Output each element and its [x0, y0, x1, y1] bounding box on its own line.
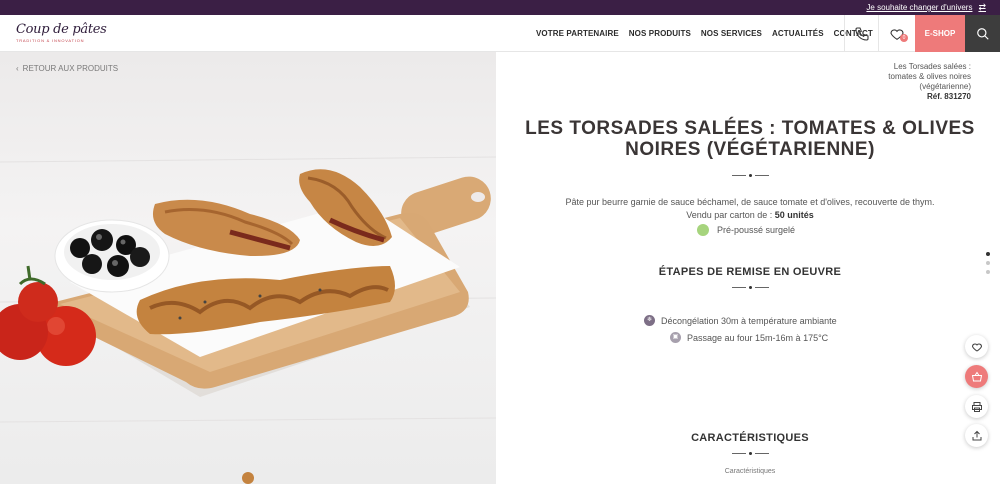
product-reference: Les Torsades salées : tomates & olives n…: [861, 62, 971, 102]
carton-value: 50 unités: [774, 210, 814, 220]
step-thawing-label: Décongélation 30m à température ambiante: [661, 315, 837, 326]
nav-item-services[interactable]: NOS SERVICES: [701, 29, 762, 38]
favorite-button[interactable]: [965, 335, 988, 358]
thermometer-icon: ❄: [644, 315, 655, 326]
section-pager: [986, 252, 990, 274]
heart-icon: [971, 343, 982, 352]
swap-icon: ⇄: [978, 2, 986, 12]
product-title: LES TORSADES SALÉES : TOMATES & OLIVES N…: [525, 118, 975, 160]
basket-icon: [971, 371, 982, 381]
share-button[interactable]: [965, 424, 988, 447]
back-to-products-link[interactable]: ‹ RETOUR AUX PRODUITS: [16, 64, 118, 73]
product-state: Pré-poussé surgelé: [697, 224, 795, 236]
characteristics-separator: [730, 452, 770, 455]
carton-info: Vendu par carton de : 50 unités: [520, 209, 980, 222]
step-oven: ▣ Passage au four 15m-16m à 175°C: [670, 332, 828, 343]
carton-prefix: Vendu par carton de :: [686, 210, 773, 220]
step-oven-label: Passage au four 15m-16m à 175°C: [687, 332, 829, 343]
change-universe-label: Je souhaite changer d'univers: [866, 3, 973, 12]
logo[interactable]: Coup de pâtes tradition & innovation: [16, 22, 107, 46]
product-state-label: Pré-poussé surgelé: [717, 225, 796, 235]
search-button[interactable]: [965, 15, 1000, 52]
frozen-state-dot-icon: [697, 224, 709, 236]
title-separator: [730, 174, 770, 177]
step-thawing: ❄ Décongélation 30m à température ambian…: [644, 315, 837, 326]
phone-icon: [854, 26, 869, 41]
pager-dot-1[interactable]: [986, 252, 990, 256]
steps-separator: [730, 286, 770, 289]
nav-item-partenaire[interactable]: VOTRE PARTENAIRE: [536, 29, 619, 38]
product-illustration: [0, 156, 496, 484]
logo-tagline: tradition & innovation: [16, 38, 85, 43]
reference-name-line3: (végétarienne): [919, 82, 971, 91]
reference-name-line2: tomates & olives noires: [888, 72, 971, 81]
share-icon: [972, 430, 981, 440]
oven-icon: ▣: [670, 332, 681, 343]
top-bar: Je souhaite changer d'univers ⇄: [0, 0, 1000, 15]
pager-dot-2[interactable]: [986, 261, 990, 265]
logo-text: Coup de pâtes: [16, 22, 107, 37]
reference-code: Réf. 831270: [926, 92, 971, 101]
site-header: Coup de pâtes tradition & innovation VOT…: [0, 15, 1000, 52]
wishlist-count-badge: 0: [900, 34, 908, 42]
characteristics-title: CARACTÉRISTIQUES: [691, 432, 809, 444]
product-description: Pâte pur beurre garnie de sauce béchamel…: [565, 197, 935, 207]
nav-item-produits[interactable]: NOS PRODUITS: [629, 29, 691, 38]
characteristics-subtitle: Caractéristiques: [724, 468, 776, 475]
product-photo: ‹ RETOUR AUX PRODUITS: [0, 52, 496, 484]
change-universe-link[interactable]: Je souhaite changer d'univers ⇄: [866, 2, 986, 13]
print-button[interactable]: [965, 395, 988, 418]
wishlist-button[interactable]: 0: [878, 15, 915, 52]
back-link-label: RETOUR AUX PRODUITS: [22, 64, 119, 73]
nav-item-actualites[interactable]: ACTUALITÉS: [772, 29, 824, 38]
pager-dot-3[interactable]: [986, 270, 990, 274]
main-nav: VOTRE PARTENAIRE NOS PRODUITS NOS SERVIC…: [536, 15, 873, 52]
steps-title: ÉTAPES DE REMISE EN OEUVRE: [658, 266, 842, 278]
add-to-basket-button[interactable]: [965, 365, 988, 388]
print-icon: [971, 401, 982, 412]
phone-button[interactable]: [844, 15, 878, 52]
eshop-button[interactable]: E-SHOP: [915, 15, 965, 52]
product-description-block: Pâte pur beurre garnie de sauce béchamel…: [520, 196, 980, 222]
chevron-left-icon: ‹: [16, 64, 19, 73]
search-icon: [976, 27, 989, 40]
reference-name-line1: Les Torsades salées :: [893, 62, 971, 71]
